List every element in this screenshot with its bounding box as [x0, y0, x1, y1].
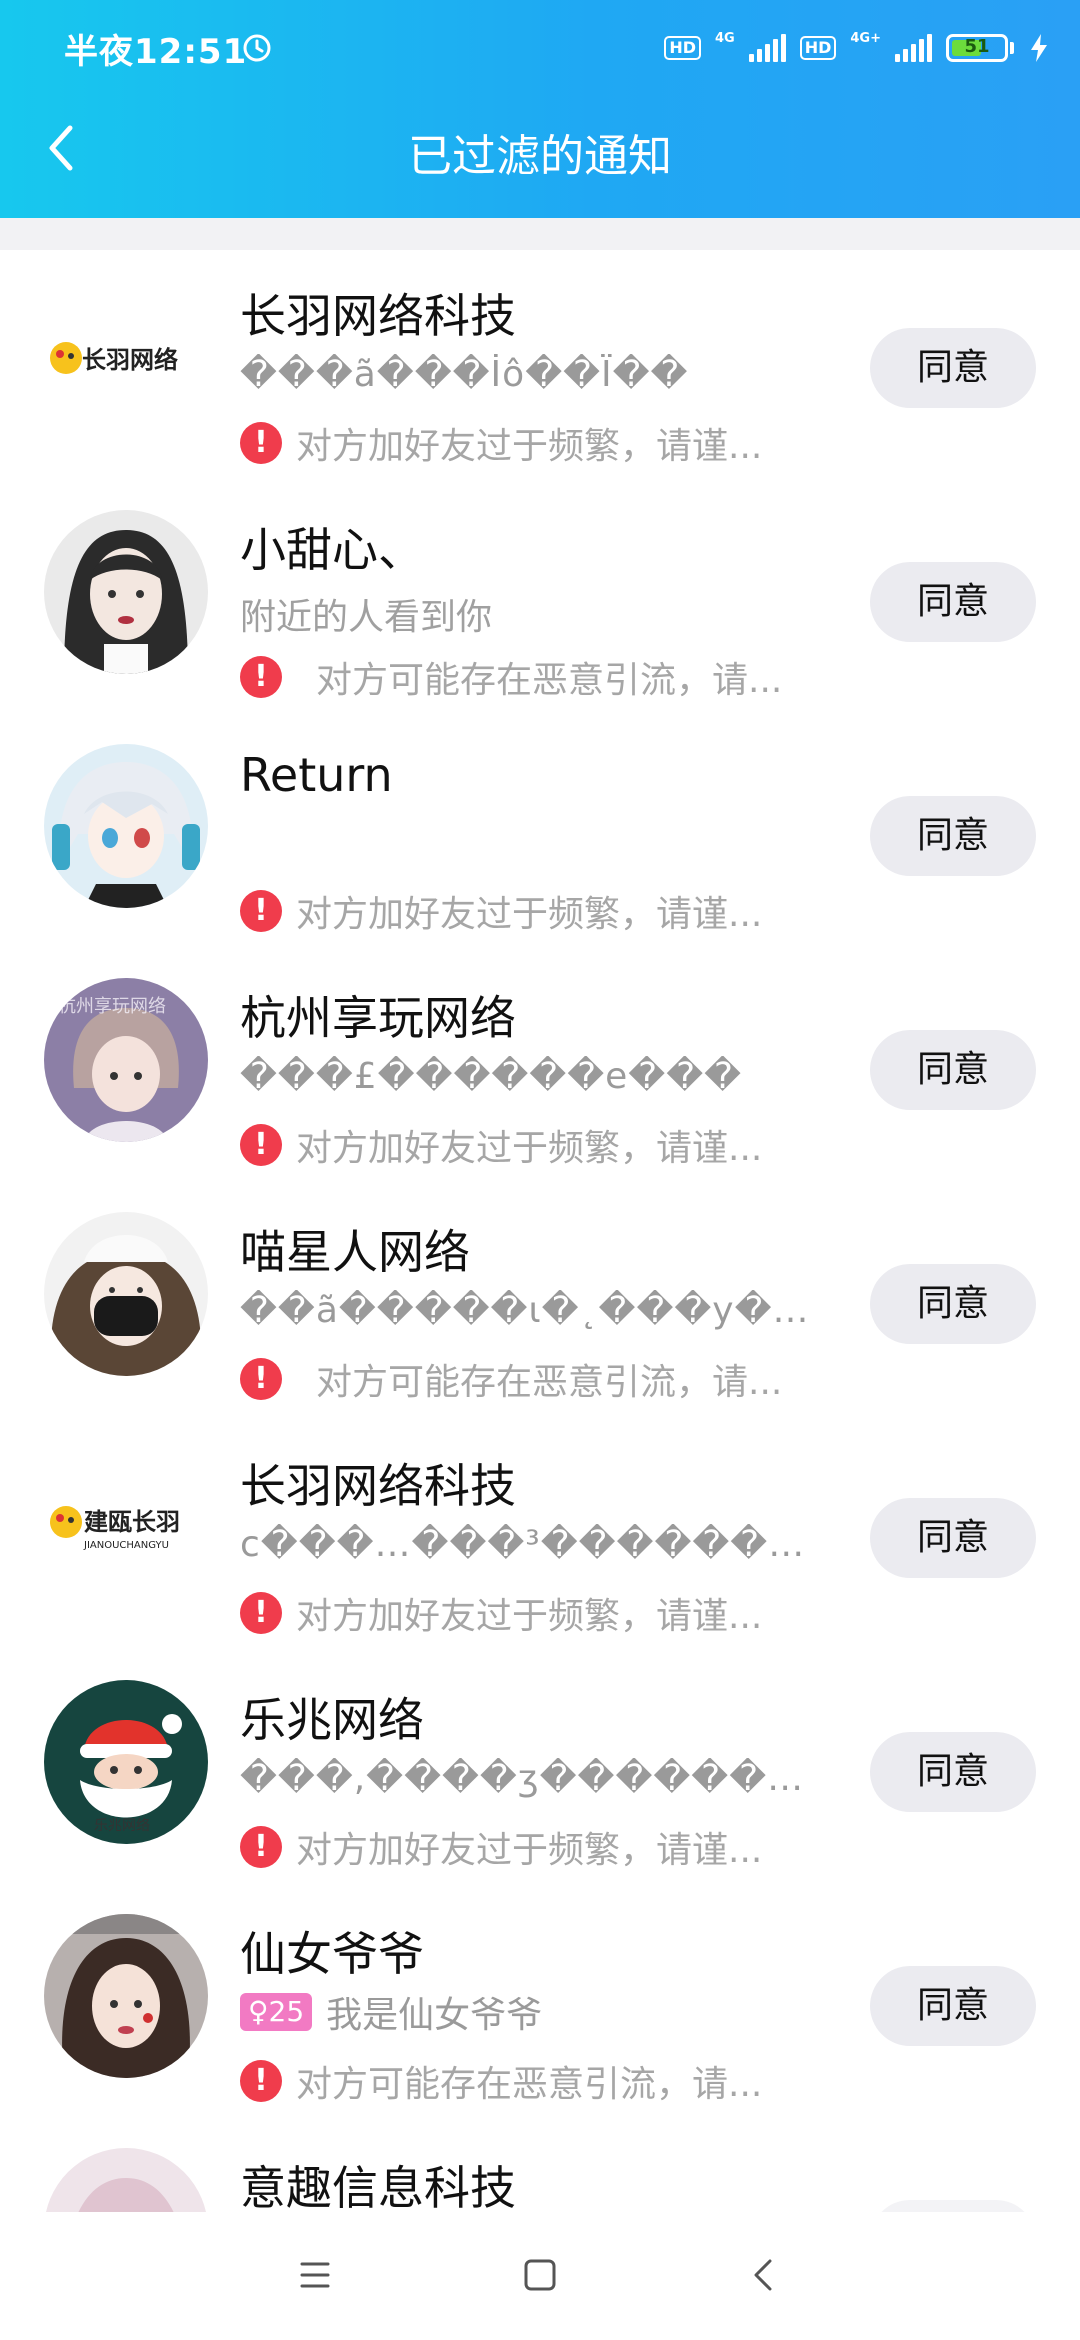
list-item[interactable]: Return ! 对方加好友过于频繁，请谨... 同意	[0, 718, 1080, 952]
signal-icon	[748, 34, 786, 62]
agree-button[interactable]: 同意	[870, 1264, 1036, 1344]
request-message: 附近的人看到你	[240, 597, 493, 638]
status-icons: HD 4G HD 4G+ 51	[664, 28, 1050, 68]
request-message-row: ♀25 我是仙女爷爷	[240, 1986, 542, 2038]
list-item[interactable]: 杭州享玩网络 杭州享玩网络 ���£������e��� ! 对方加好友过于频繁…	[0, 952, 1080, 1186]
warning-row: ! 对方可能存在恶意引流，请...	[240, 2058, 763, 2105]
request-message: ��ã�����ι�˛���у��...	[240, 1290, 820, 1331]
network-type: 4G+	[850, 30, 881, 46]
user-name: 仙女爷爷	[240, 1927, 424, 1981]
agree-button[interactable]: 同意	[870, 796, 1036, 876]
request-message: c���…���³������ǵ�	[240, 1524, 820, 1565]
avatar[interactable]: 建瓯长羽 JIANOUCHANGYU	[44, 1446, 208, 1610]
avatar-text: 长羽网络	[82, 346, 178, 374]
avatar[interactable]: 杭州享玩网络	[44, 978, 208, 1142]
user-name: 长羽网络科技	[240, 289, 516, 343]
list-item[interactable]: 小甜心、 附近的人看到你 ! 对方可能存在恶意引流，请... 同意	[0, 484, 1080, 718]
avatar[interactable]	[44, 510, 208, 674]
warning-icon: !	[240, 2060, 282, 2102]
request-message: ���£������e���	[240, 1056, 743, 1097]
warning-text: 对方可能存在恶意引流，请...	[316, 660, 783, 701]
charging-icon	[1031, 34, 1047, 62]
agree-button[interactable]: 同意	[870, 1966, 1036, 2046]
warning-icon: !	[240, 1358, 282, 1400]
warning-row: ! 对方加好友过于频繁，请谨...	[240, 888, 763, 935]
warning-row: ! 对方加好友过于频繁，请谨...	[240, 420, 763, 467]
avatar-text: 杭州享玩网络	[58, 996, 166, 1017]
avatar-text: 乐兆网络	[94, 1818, 150, 1834]
warning-text: 对方加好友过于频繁，请谨...	[296, 1830, 763, 1871]
warning-icon: !	[240, 656, 282, 698]
avatar-text: 建瓯长羽	[84, 1508, 180, 1536]
agree-button[interactable]: 同意	[870, 1498, 1036, 1578]
list-item[interactable]: 意趣信息科技	[0, 2122, 1080, 2212]
warning-row: ! 对方加好友过于频繁，请谨...	[240, 1824, 763, 1871]
request-message: ���,����ʒ�������...	[240, 1758, 820, 1799]
warning-icon: !	[240, 1826, 282, 1868]
request-message: 我是仙女爷爷	[326, 1995, 543, 2036]
warning-text: 对方可能存在恶意引流，请...	[316, 1362, 783, 1403]
avatar[interactable]	[44, 1212, 208, 1376]
back-nav-icon[interactable]	[740, 2250, 790, 2300]
list-item[interactable]: 乐兆网络 乐兆网络 ���,����ʒ�������... ! 对方加好友过于频…	[0, 1654, 1080, 1888]
user-name: 杭州享玩网络	[240, 991, 516, 1045]
user-name: 乐兆网络	[240, 1693, 424, 1747]
alarm-icon	[243, 34, 271, 62]
gender-age-badge: ♀25	[240, 1993, 313, 2031]
system-nav-bar	[0, 2212, 1080, 2340]
user-name: 喵星人网络	[240, 1225, 470, 1279]
agree-button[interactable]: 同意	[870, 328, 1036, 408]
user-name: 长羽网络科技	[240, 1459, 516, 1513]
avatar[interactable]: 乐兆网络	[44, 1680, 208, 1844]
avatar[interactable]	[44, 2148, 208, 2212]
warning-text: 对方可能存在恶意引流，请...	[296, 2064, 763, 2105]
warning-icon: !	[240, 1592, 282, 1634]
agree-button[interactable]	[870, 2200, 1036, 2212]
user-name: 小甜心、	[240, 523, 424, 577]
agree-button[interactable]: 同意	[870, 1732, 1036, 1812]
warning-icon: !	[240, 1124, 282, 1166]
avatar[interactable]: 长羽网络	[44, 276, 208, 440]
battery-icon: 51	[946, 34, 1008, 62]
list-item[interactable]: 长羽网络 长羽网络科技 ���ã���İô��Ï�� ! 对方加好友过于频繁，请…	[0, 250, 1080, 484]
hd-badge: HD	[799, 36, 837, 60]
request-message: ���ã���İô��Ï��	[240, 354, 689, 395]
warning-icon: !	[240, 422, 282, 464]
warning-text: 对方加好友过于频繁，请谨...	[296, 894, 763, 935]
avatar-subtext: JIANOUCHANGYU	[83, 1540, 169, 1551]
warning-text: 对方加好友过于频繁，请谨...	[296, 426, 763, 467]
list-item[interactable]: 喵星人网络 ��ã�����ι�˛���у��... ! 对方可能存在恶意引流，…	[0, 1186, 1080, 1420]
warning-row: ! 对方加好友过于频繁，请谨...	[240, 1122, 763, 1169]
menu-icon[interactable]	[290, 2250, 340, 2300]
user-name: Return	[240, 748, 393, 802]
filtered-notification-list[interactable]: 长羽网络 长羽网络科技 ���ã���İô��Ï�� ! 对方加好友过于频繁，请…	[0, 250, 1080, 2212]
warning-row: ! 对方可能存在恶意引流，请...	[240, 654, 783, 701]
home-icon[interactable]	[515, 2250, 565, 2300]
section-divider	[0, 218, 1080, 250]
avatar[interactable]	[44, 1914, 208, 2078]
warning-icon: !	[240, 890, 282, 932]
warning-row: ! 对方加好友过于频繁，请谨...	[240, 1590, 763, 1637]
hd-badge: HD	[664, 36, 701, 60]
network-type: 4G	[715, 30, 735, 46]
signal-icon	[895, 34, 932, 62]
warning-row: ! 对方可能存在恶意引流，请...	[240, 1356, 783, 1403]
agree-button[interactable]: 同意	[870, 562, 1036, 642]
warning-text: 对方加好友过于频繁，请谨...	[296, 1128, 763, 1169]
user-name: 意趣信息科技	[240, 2161, 516, 2212]
page-title: 已过滤的通知	[408, 131, 672, 182]
app-header: 半夜12:51 HD 4G HD 4G+ 51 已过滤的通知	[0, 0, 1080, 218]
battery-level: 51	[964, 36, 990, 57]
agree-button[interactable]: 同意	[870, 1030, 1036, 1110]
avatar[interactable]	[44, 744, 208, 908]
warning-text: 对方加好友过于频繁，请谨...	[296, 1596, 763, 1637]
list-item[interactable]: 仙女爷爷 ♀25 我是仙女爷爷 ! 对方可能存在恶意引流，请... 同意	[0, 1888, 1080, 2122]
list-item[interactable]: 建瓯长羽 JIANOUCHANGYU 长羽网络科技 c���…���³�����…	[0, 1420, 1080, 1654]
status-time: 半夜12:51	[64, 32, 248, 72]
